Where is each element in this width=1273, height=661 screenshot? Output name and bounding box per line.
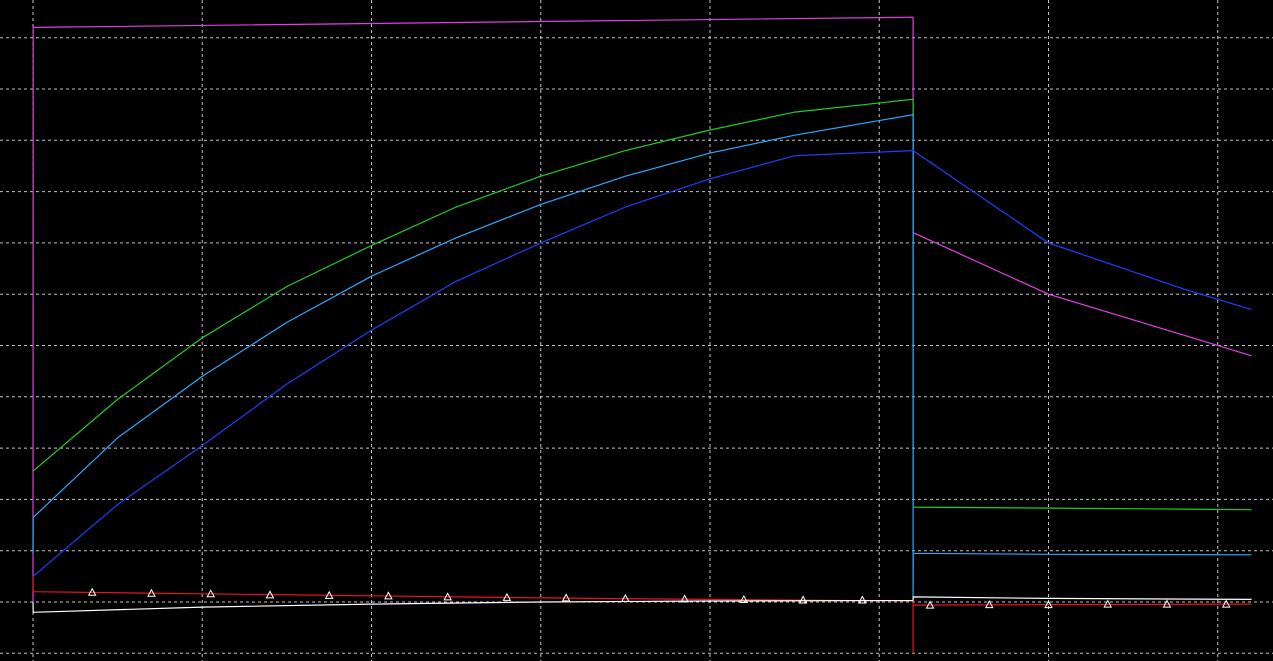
line-chart: [0, 0, 1273, 661]
chart-background: [0, 0, 1273, 661]
plot-area: [0, 0, 1273, 661]
